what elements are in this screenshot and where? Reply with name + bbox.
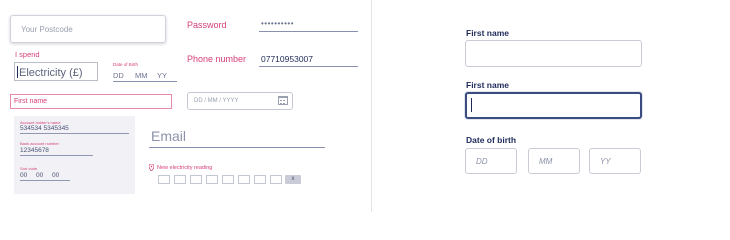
sort-code-part-1[interactable]: 00 [20, 172, 27, 179]
text-cursor [17, 66, 18, 78]
reading-digit-8[interactable] [270, 175, 282, 184]
date-of-birth-label: Date of birth [466, 135, 517, 145]
dob-month-input[interactable]: MM [528, 148, 580, 174]
first-name-input[interactable] [465, 40, 642, 67]
phone-underline [259, 66, 358, 67]
reading-digit-1[interactable] [158, 175, 170, 184]
email-input[interactable]: Email [151, 128, 186, 144]
first-name-input-focused[interactable] [465, 92, 642, 119]
account-number-input[interactable]: 12345678 [20, 147, 49, 154]
account-holder-underline [20, 133, 129, 134]
reading-clear-button[interactable]: x [285, 175, 301, 184]
electricity-spend-input[interactable]: Electricity (£) [14, 62, 98, 81]
password-underline [259, 31, 358, 32]
reading-digit-2[interactable] [174, 175, 186, 184]
sort-code-label: Sort code [20, 166, 38, 171]
dob-day-input[interactable]: DD [113, 71, 124, 80]
reading-digit-3[interactable] [190, 175, 202, 184]
new-electricity-reading-label: New electricity reading [157, 165, 213, 171]
dob-day-input[interactable]: DD [465, 148, 517, 174]
sort-code-part-2[interactable]: 00 [36, 172, 43, 179]
email-underline [149, 147, 325, 148]
reading-digit-5[interactable] [222, 175, 234, 184]
panel-divider [371, 0, 372, 212]
sort-code-part-3[interactable]: 00 [52, 172, 59, 179]
electricity-spend-value: Electricity (£) [19, 67, 83, 79]
first-name-input-error[interactable]: First name [10, 94, 172, 109]
calendar-icon[interactable] [278, 96, 288, 105]
text-cursor [471, 98, 472, 112]
sort-code-underline [20, 180, 70, 181]
dob-underline [113, 81, 177, 82]
i-spend-label: I spend [15, 50, 40, 59]
reading-digit-7[interactable] [254, 175, 266, 184]
date-of-birth-label: Date of Birth [113, 62, 139, 67]
account-number-label: Bank account number [20, 141, 59, 146]
reading-digit-6[interactable] [238, 175, 250, 184]
password-label: Password [187, 20, 227, 30]
first-name-focused-label: First name [466, 80, 509, 90]
phone-number-input[interactable]: 07710953007 [261, 54, 313, 64]
reading-digit-4[interactable] [206, 175, 218, 184]
bank-details-panel: Account holder's name 534534 5345345 Ban… [14, 116, 135, 194]
account-holder-input[interactable]: 534534 5345345 [20, 125, 69, 132]
dob-month-input[interactable]: MM [135, 71, 148, 80]
password-input[interactable]: •••••••••• [261, 19, 294, 28]
dob-year-input[interactable]: YY [589, 148, 641, 174]
location-pin-icon [149, 164, 154, 171]
postcode-input[interactable]: Your Postcode [10, 15, 166, 43]
phone-number-label: Phone number [187, 54, 247, 64]
account-number-underline [20, 155, 93, 156]
dob-year-input[interactable]: YY [157, 71, 167, 80]
first-name-label: First name [466, 28, 509, 38]
